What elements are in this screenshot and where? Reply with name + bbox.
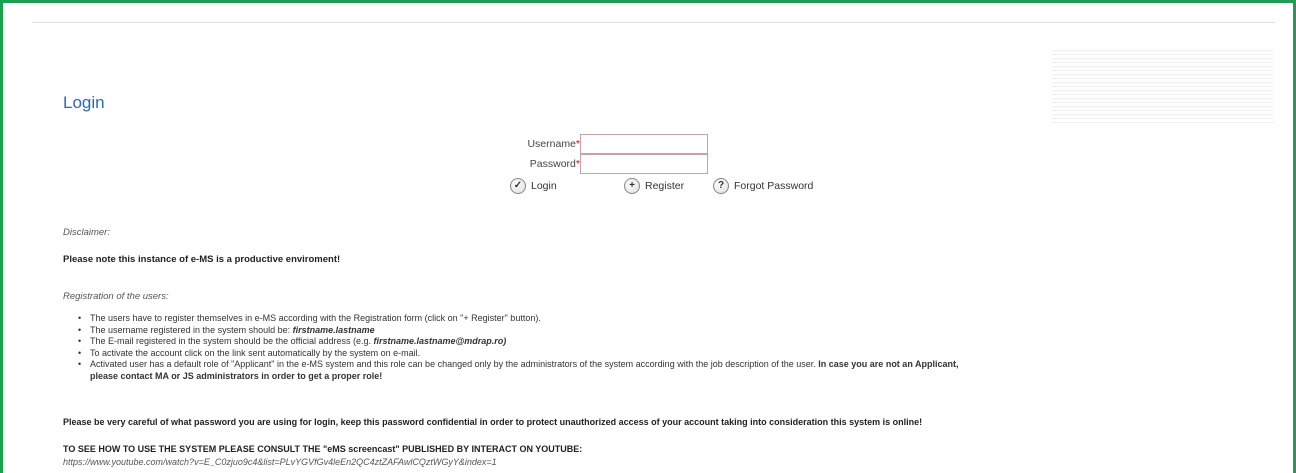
list-item: To activate the account click on the lin…	[63, 348, 1278, 360]
email-format: firstname.lastname@mdrap.ro)	[373, 336, 507, 346]
list-item-text: The username registered in the system sh…	[90, 324, 293, 335]
list-item-text: To activate the account click on the lin…	[90, 347, 421, 358]
list-item: The users have to register themselves in…	[63, 313, 1278, 325]
applicant-note-continued: please contact MA or JS administrators i…	[90, 370, 383, 381]
register-button[interactable]: + Register	[624, 178, 684, 194]
forgot-password-label: Forgot Password	[734, 180, 814, 192]
list-item: Activated user has a default role of "Ap…	[63, 359, 1278, 371]
forgot-password-button[interactable]: ? Forgot Password	[713, 178, 813, 194]
question-icon: ?	[713, 178, 729, 194]
applicant-note: In case you are not an Applicant,	[818, 359, 959, 369]
username-input[interactable]	[580, 134, 708, 154]
registration-heading: Registration of the users:	[63, 291, 169, 302]
list-item-text: Activated user has a default role of "Ap…	[90, 359, 819, 369]
header-divider	[32, 22, 1275, 23]
page-title: Login	[63, 93, 105, 112]
disclaimer-heading: Disclaimer:	[63, 227, 110, 238]
list-item-text: The users have to register themselves in…	[90, 313, 541, 323]
list-item: The username registered in the system sh…	[63, 325, 1278, 337]
login-button[interactable]: ✓ Login	[510, 178, 557, 194]
password-warning: Please be very careful of what password …	[63, 417, 923, 427]
plus-icon: +	[624, 178, 640, 194]
username-label-text: Username	[527, 138, 576, 150]
list-item: The E-mail registered in the system shou…	[63, 336, 1278, 348]
list-item-text: The E-mail registered in the system shou…	[90, 336, 374, 346]
screencast-link[interactable]: https://www.youtube.com/watch?v=E_C0zjuo…	[63, 457, 497, 467]
password-label-text: Password	[529, 158, 576, 170]
password-input[interactable]	[580, 154, 708, 174]
screencast-heading: TO SEE HOW TO USE THE SYSTEM PLEASE CONS…	[63, 444, 583, 454]
register-button-label: Register	[645, 180, 685, 192]
checkmark-icon: ✓	[510, 178, 526, 194]
username-label: Username*	[500, 138, 580, 150]
login-button-label: Login	[531, 180, 557, 192]
username-format: firstname.lastname	[292, 324, 375, 335]
password-label: Password*	[500, 158, 580, 170]
decorative-stripes	[1052, 50, 1274, 124]
registration-list: The users have to register themselves in…	[63, 313, 1278, 382]
disclaimer-text: Please note this instance of e-MS is a p…	[63, 254, 341, 265]
